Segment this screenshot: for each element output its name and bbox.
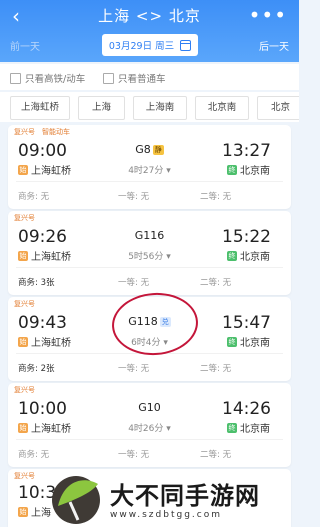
date-row: 前一天 03月29日 周三 后一天 [0,34,299,58]
date-label: 03月29日 周三 [108,41,175,52]
seat-business: 商务: 无 [18,450,50,460]
seat-business: 商务: 2张 [18,364,55,374]
divider [16,181,283,182]
train-type-tag: 复兴号 [14,472,35,480]
checkbox-icon[interactable] [103,72,114,84]
train-card[interactable]: 复兴号 10:00 G10 14:26 始 上海虹桥 4时26分 ▾ 终 北京南… [8,383,291,467]
terminal-station-icon: 终 [227,422,237,433]
filter-label: 只看普通车 [118,74,166,85]
more-button[interactable]: ••• [249,3,287,27]
next-day-button[interactable]: 后一天 [259,38,289,53]
station-chip[interactable]: 上海虹桥 [10,96,70,120]
arrival-time: 13:27 [222,141,271,161]
seat-business: 商务: 3张 [18,278,55,288]
arrival-time: 15:47 [222,313,271,333]
divider [16,267,283,268]
seat-first-class: 一等: 无 [118,364,150,374]
station-chip[interactable]: 北京 [257,96,299,120]
date-selector[interactable]: 03月29日 周三 [102,34,198,56]
seat-first-class: 一等: 无 [118,450,150,460]
seat-second-class: 二等: 无 [200,192,232,202]
seat-business: 商务: 无 [18,192,50,202]
station-chip[interactable]: 上海 [78,96,125,120]
train-card[interactable]: 复兴号 09:26 G116 15:22 始 上海虹桥 5时56分 ▾ 终 北京… [8,211,291,295]
seat-second-class: 二等: 无 [200,450,232,460]
checkbox-icon[interactable] [10,72,21,84]
filter-label: 只看高铁/动车 [25,74,86,85]
station-name: 北京南 [240,252,270,263]
duration-text: 4时27分 [128,166,164,176]
arrival-station: 终 北京南 [227,420,270,435]
calendar-icon [180,39,192,51]
station-name: 北京南 [240,338,270,349]
train-type-tag: 复兴号 [14,214,35,222]
arrival-time: 15:22 [222,227,271,247]
prev-day-button[interactable]: 前一天 [10,38,40,53]
filter-regular[interactable]: 只看普通车 [103,71,166,85]
station-name: 北京南 [240,424,270,435]
train-type-tag: 智能动车 [42,128,70,136]
station-chip[interactable]: 北京南 [195,96,249,120]
station-filter-row: 上海虹桥 上海 上海南 北京南 北京 [0,92,299,122]
origin-station-icon: 始 [18,506,28,517]
train-type-tag: 复兴号 [14,300,35,308]
filter-row: 只看高铁/动车 只看普通车 [0,64,299,90]
seat-second-class: 二等: 无 [200,278,232,288]
station-chip[interactable]: 上海南 [133,96,187,120]
duration-text: 5时56分 [128,252,164,262]
seat-second-class: 二等: 无 [200,364,232,374]
watermark-text: 大不同手游网 [110,482,260,510]
filter-high-speed[interactable]: 只看高铁/动车 [10,71,85,85]
watermark-url: www.szdbtgg.com [110,510,222,520]
terminal-station-icon: 终 [227,164,237,175]
station-name: 北京南 [240,166,270,177]
terminal-station-icon: 终 [227,250,237,261]
divider [16,439,283,440]
quiet-badge: 静 [152,145,164,155]
terminal-station-icon: 终 [227,336,237,347]
seat-first-class: 一等: 无 [118,278,150,288]
seat-first-class: 一等: 无 [118,192,150,202]
arrival-time: 14:26 [222,399,271,419]
arrival-station: 终 北京南 [227,162,270,177]
train-number-text: G8 [135,143,151,156]
watermark-logo-icon [52,476,100,524]
watermark: 大不同手游网 www.szdbtgg.com [40,470,299,527]
train-type-tag: 复兴号 [14,386,35,394]
train-card[interactable]: 复兴号 智能动车 09:00 G8 静 13:27 始 上海虹桥 4时27分 ▾ … [8,125,291,209]
train-type-tag: 复兴号 [14,128,35,136]
header-bar: ‹ 上海 <> 北京 ••• 前一天 03月29日 周三 后一天 [0,0,299,62]
arrival-station: 终 北京南 [227,248,270,263]
arrival-station: 终 北京南 [227,334,270,349]
duration-text: 4时26分 [128,424,164,434]
